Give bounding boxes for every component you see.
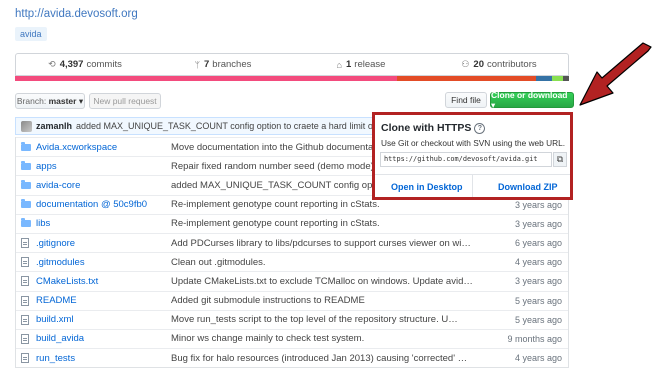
branches-label: branches <box>212 59 252 70</box>
contributors-count: 20 <box>473 59 484 70</box>
file-name-link[interactable]: CMakeLists.txt <box>36 276 171 287</box>
file-age: 6 years ago <box>514 238 562 249</box>
file-row[interactable]: libs Re-implement genotype count reportin… <box>16 213 568 233</box>
language-segment[interactable] <box>397 76 536 81</box>
history-icon: ⟲ <box>48 59 56 69</box>
file-icon <box>21 276 31 287</box>
contributors-summary[interactable]: ⚇ 20 contributors <box>430 54 568 75</box>
branches-summary[interactable]: ᛘ 7 branches <box>154 54 292 75</box>
language-segment[interactable] <box>535 76 553 81</box>
file-name-link[interactable]: libs <box>36 218 171 229</box>
branch-select-button[interactable]: Branch: master ▾ <box>15 93 85 109</box>
file-row[interactable]: .gitignore Add PDCurses library to libs/p… <box>16 232 568 252</box>
file-commit-message[interactable]: Update CMakeLists.txt to exclude TCMallo… <box>171 276 473 287</box>
folder-icon <box>21 179 31 189</box>
contributors-label: contributors <box>487 59 537 70</box>
commits-summary[interactable]: ⟲ 4,397 commits <box>16 54 154 75</box>
file-name-link[interactable]: documentation @ 50c9fb0 <box>36 199 171 210</box>
file-row[interactable]: build.xml Move run_tests script to the to… <box>16 309 568 329</box>
avatar[interactable] <box>21 120 32 132</box>
find-file-button[interactable]: Find file <box>445 92 487 108</box>
file-row[interactable]: .gitmodules Clean out .gitmodules. 4 years… <box>16 252 568 271</box>
file-name-link[interactable]: apps <box>36 161 171 172</box>
file-commit-message[interactable]: Minor ws change mainly to check test sys… <box>171 333 473 344</box>
commits-count: 4,397 <box>59 59 84 70</box>
file-name-link[interactable]: run_tests <box>36 353 171 364</box>
file-age: 3 years ago <box>514 199 562 210</box>
file-name-link[interactable]: .gitmodules <box>36 257 171 268</box>
repo-website-link[interactable]: http://avida.devosoft.org <box>15 8 138 20</box>
language-segment[interactable] <box>15 76 398 81</box>
file-age: 5 years ago <box>514 295 562 306</box>
popup-vertical-divider <box>472 174 473 197</box>
file-name-link[interactable]: README <box>36 295 171 306</box>
open-in-desktop-button[interactable]: Open in Desktop <box>391 182 463 192</box>
file-name-link[interactable]: avida-core <box>36 180 171 191</box>
branch-icon: ᛘ <box>194 59 200 70</box>
file-name-link[interactable]: .gitignore <box>36 238 171 249</box>
clone-or-download-button[interactable]: Clone or download ▾ <box>490 90 574 110</box>
file-icon <box>21 353 31 364</box>
folder-icon <box>21 218 31 228</box>
file-row[interactable]: run_tests Bug fix for halo resources (int… <box>16 348 568 367</box>
file-name-link[interactable]: Avida.xcworkspace <box>36 142 171 153</box>
branch-label: Branch: <box>16 96 47 106</box>
clone-description: Use Git or checkout with SVN using the w… <box>381 138 565 148</box>
clone-popup: Clone with HTTPS? Use Git or checkout wi… <box>372 112 573 200</box>
file-icon <box>21 238 31 249</box>
file-age: 3 years ago <box>514 276 562 287</box>
clipboard-icon[interactable]: ⧉ <box>553 152 567 167</box>
file-commit-message[interactable]: Add PDCurses library to libs/pdcurses to… <box>171 238 473 249</box>
folder-icon <box>21 199 31 209</box>
language-bar[interactable] <box>15 76 569 81</box>
commit-author[interactable]: zamanlh <box>36 121 72 131</box>
clone-url-input[interactable]: https://github.com/devosoft/avida.git <box>380 152 552 167</box>
file-commit-message[interactable]: Re-implement genotype count reporting in… <box>171 199 473 210</box>
file-commit-message[interactable]: Clean out .gitmodules. <box>171 257 473 268</box>
topic-tag[interactable]: avida <box>15 27 47 41</box>
help-icon[interactable]: ? <box>474 123 486 134</box>
file-commit-message[interactable]: Added git submodule instructions to READ… <box>171 295 473 306</box>
releases-count: 1 <box>345 59 352 70</box>
repo-summary-bar: ⟲ 4,397 commits ᛘ 7 branches ⌂ 1 release… <box>15 53 569 76</box>
file-icon <box>21 257 31 268</box>
file-age: 4 years ago <box>514 353 562 364</box>
releases-label: release <box>354 59 386 70</box>
annotation-arrow-icon <box>579 42 652 106</box>
new-pull-request-button[interactable]: New pull request <box>89 93 161 109</box>
clone-title-text: Clone with HTTPS <box>381 122 472 134</box>
file-age: 3 years ago <box>514 218 562 229</box>
file-commit-message[interactable]: Move run_tests script to the top level o… <box>171 314 473 325</box>
file-age: 4 years ago <box>514 257 562 268</box>
branches-count: 7 <box>204 59 210 70</box>
language-segment[interactable] <box>552 76 564 81</box>
branch-value: master <box>48 96 77 106</box>
download-zip-button[interactable]: Download ZIP <box>498 182 558 192</box>
tag-icon: ⌂ <box>336 59 342 70</box>
folder-icon <box>21 141 31 151</box>
file-icon <box>21 333 31 344</box>
file-commit-message[interactable]: Bug fix for halo resources (introduced J… <box>171 353 473 364</box>
language-segment[interactable] <box>563 76 569 81</box>
file-name-link[interactable]: build_avida <box>36 333 171 344</box>
file-commit-message[interactable]: Re-implement genotype count reporting in… <box>171 218 473 229</box>
file-age: 5 years ago <box>514 314 562 325</box>
file-name-link[interactable]: build.xml <box>36 314 171 325</box>
file-icon <box>21 295 31 306</box>
contributors-icon: ⚇ <box>461 59 470 69</box>
file-row[interactable]: CMakeLists.txt Update CMakeLists.txt to e… <box>16 271 568 290</box>
file-icon <box>21 314 31 325</box>
file-row[interactable]: README Added git submodule instructions t… <box>16 290 568 310</box>
commit-message[interactable]: added MAX_UNIQUE_TASK_COUNT config optio… <box>76 121 392 131</box>
commits-label: commits <box>86 59 122 70</box>
clone-popup-title: Clone with HTTPS? <box>381 122 486 134</box>
chevron-down-icon: ▾ <box>78 95 84 106</box>
file-row[interactable]: build_avida Minor ws change mainly to che… <box>16 328 568 348</box>
releases-summary[interactable]: ⌂ 1 release <box>292 54 430 75</box>
file-age: 9 months ago <box>507 333 562 344</box>
folder-icon <box>21 160 31 170</box>
